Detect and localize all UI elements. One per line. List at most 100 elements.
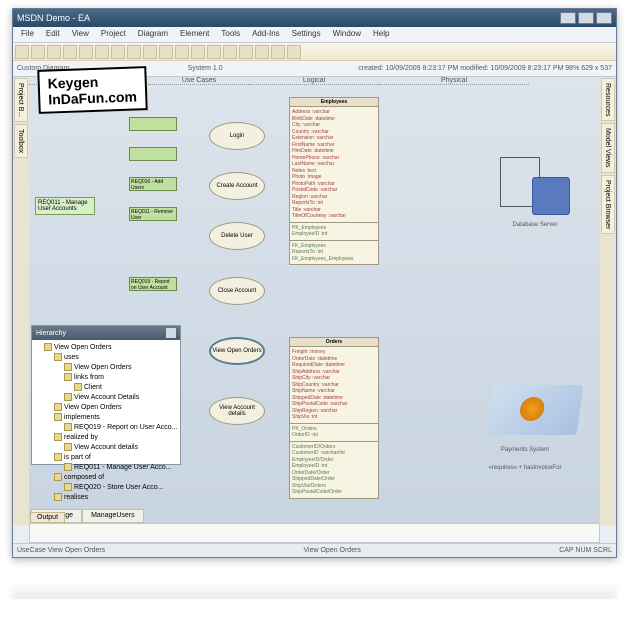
- payment-note: «requires» + hasInvoiceFor: [480, 465, 570, 471]
- hierarchy-panel[interactable]: Hierarchy View Open OrdersusesView Open …: [31, 325, 181, 465]
- toolbar-button[interactable]: [287, 45, 301, 59]
- minimize-button[interactable]: [560, 12, 576, 24]
- tab-model-views[interactable]: Model Views: [601, 123, 615, 173]
- section-usecases: Use Cases: [149, 77, 249, 85]
- tab-manage-users[interactable]: ManageUsers: [82, 509, 144, 523]
- usecase-oval[interactable]: Delete User: [209, 222, 265, 250]
- tab-toolbox[interactable]: Toolbox: [14, 124, 28, 158]
- database-server-icon[interactable]: [500, 157, 570, 217]
- toolbar-button[interactable]: [223, 45, 237, 59]
- tree-item[interactable]: View Open Orders: [34, 342, 178, 352]
- entity-keys: PK_EmployeesEmployeeID :int: [290, 222, 378, 240]
- menu-element[interactable]: Element: [174, 27, 215, 42]
- menu-edit[interactable]: Edit: [40, 27, 66, 42]
- tree-item[interactable]: realises: [34, 492, 178, 502]
- sun-icon: [518, 397, 545, 421]
- entity-attributes: Address :varcharBirthDate :datetimeCity …: [290, 107, 378, 222]
- tree-icon: [64, 443, 72, 451]
- menu-settings[interactable]: Settings: [286, 27, 327, 42]
- entity-employees[interactable]: Employees Address :varcharBirthDate :dat…: [289, 97, 379, 265]
- payment-label: Payments System: [480, 447, 570, 453]
- entity-fkeys: CustomerID/OrdersCustomerID :varchar/int…: [290, 441, 378, 498]
- tree-item[interactable]: REQ019 - Report on User Acco...: [34, 422, 178, 432]
- menu-window[interactable]: Window: [327, 27, 367, 42]
- tree-item[interactable]: implements: [34, 412, 178, 422]
- workspace: Project B... Toolbox Requirements Use Ca…: [13, 77, 616, 525]
- tree-item[interactable]: realized by: [34, 432, 178, 442]
- tab-resources[interactable]: Resources: [601, 78, 615, 121]
- tab-project-browser[interactable]: Project B...: [14, 78, 28, 122]
- toolbar-button[interactable]: [175, 45, 189, 59]
- toolbar-button[interactable]: [95, 45, 109, 59]
- toolbar-button[interactable]: [63, 45, 77, 59]
- maximize-button[interactable]: [578, 12, 594, 24]
- tree-icon: [64, 483, 72, 491]
- toolbar-button[interactable]: [127, 45, 141, 59]
- requirement-item[interactable]: [129, 117, 177, 131]
- right-dock: Resources Model Views Project Browser: [600, 77, 616, 525]
- tree-item[interactable]: REQ011 - Manage User Acco...: [34, 462, 178, 472]
- usecase-oval[interactable]: Create Account: [209, 172, 265, 200]
- entity-orders[interactable]: Orders Freight :moneyOrderDate :datetime…: [289, 337, 379, 499]
- toolbar-button[interactable]: [207, 45, 221, 59]
- toolbar-button[interactable]: [191, 45, 205, 59]
- menu-view[interactable]: View: [66, 27, 95, 42]
- usecase-oval-selected[interactable]: View Open Orders: [209, 337, 265, 365]
- tree-item[interactable]: View Open Orders: [34, 362, 178, 372]
- toolbar-button[interactable]: [255, 45, 269, 59]
- menu-help[interactable]: Help: [367, 27, 395, 42]
- payments-system-icon[interactable]: [486, 385, 583, 435]
- menu-tools[interactable]: Tools: [215, 27, 246, 42]
- tab-project-browser[interactable]: Project Browser: [601, 175, 615, 234]
- toolbar-button[interactable]: [143, 45, 157, 59]
- tree-item[interactable]: View Account details: [34, 442, 178, 452]
- tree-item[interactable]: composed of: [34, 472, 178, 482]
- hierarchy-tree[interactable]: View Open OrdersusesView Open Orderslink…: [32, 340, 180, 504]
- menu-project[interactable]: Project: [95, 27, 132, 42]
- toolbar-button[interactable]: [31, 45, 45, 59]
- requirement-main[interactable]: REQ011 - Manage User Accounts: [35, 197, 95, 215]
- toolbar-button[interactable]: [79, 45, 93, 59]
- breadcrumb-tab[interactable]: System 1.0: [188, 65, 359, 72]
- panel-header[interactable]: Hierarchy: [32, 326, 180, 340]
- tree-icon: [44, 343, 52, 351]
- requirement-item[interactable]: REQ011 - Remove User: [129, 207, 177, 221]
- tree-item[interactable]: links from: [34, 372, 178, 382]
- status-right: CAP NUM SCRL: [559, 547, 612, 554]
- tree-item[interactable]: REQ020 - Store User Acco...: [34, 482, 178, 492]
- toolbar-button[interactable]: [239, 45, 253, 59]
- usecase-oval[interactable]: Close Account: [209, 277, 265, 305]
- panel-close-icon[interactable]: [166, 328, 176, 338]
- requirement-item[interactable]: REQ019 - Report on User Account: [129, 277, 177, 291]
- close-button[interactable]: [596, 12, 612, 24]
- entity-fkeys: FK_EmployeesReportsTo :intFK_Employees_E…: [290, 240, 378, 265]
- titlebar[interactable]: MSDN Demo - EA: [13, 9, 616, 27]
- tree-item[interactable]: View Account Details: [34, 392, 178, 402]
- breadcrumb-info: created: 10/09/2009 8:23:17 PM modified:…: [358, 65, 612, 72]
- tree-item[interactable]: uses: [34, 352, 178, 362]
- usecase-oval[interactable]: View Account details: [209, 397, 265, 425]
- diagram-canvas[interactable]: Requirements Use Cases Logical Physical …: [29, 77, 600, 525]
- entity-keys: PK_OrdersOrderID :int: [290, 423, 378, 441]
- toolbar-button[interactable]: [47, 45, 61, 59]
- menu-file[interactable]: File: [15, 27, 40, 42]
- window-title: MSDN Demo - EA: [17, 13, 558, 23]
- server-label: Database Server: [500, 222, 570, 228]
- usecase-oval[interactable]: Login: [209, 122, 265, 150]
- toolbar-button[interactable]: [271, 45, 285, 59]
- tree-item[interactable]: is part of: [34, 452, 178, 462]
- reflection-effect: [12, 581, 617, 599]
- tree-item[interactable]: Client: [34, 382, 178, 392]
- toolbar-button[interactable]: [15, 45, 29, 59]
- output-tab[interactable]: Output: [30, 512, 65, 523]
- output-panel[interactable]: Output: [29, 523, 600, 543]
- menu-addins[interactable]: Add-Ins: [246, 27, 286, 42]
- requirement-item[interactable]: [129, 147, 177, 161]
- toolbar-button[interactable]: [111, 45, 125, 59]
- requirement-item[interactable]: REQ016 - Add Users: [129, 177, 177, 191]
- menu-diagram[interactable]: Diagram: [132, 27, 174, 42]
- tree-icon: [64, 363, 72, 371]
- tree-item[interactable]: View Open Orders: [34, 402, 178, 412]
- left-dock: Project B... Toolbox: [13, 77, 29, 525]
- toolbar-button[interactable]: [159, 45, 173, 59]
